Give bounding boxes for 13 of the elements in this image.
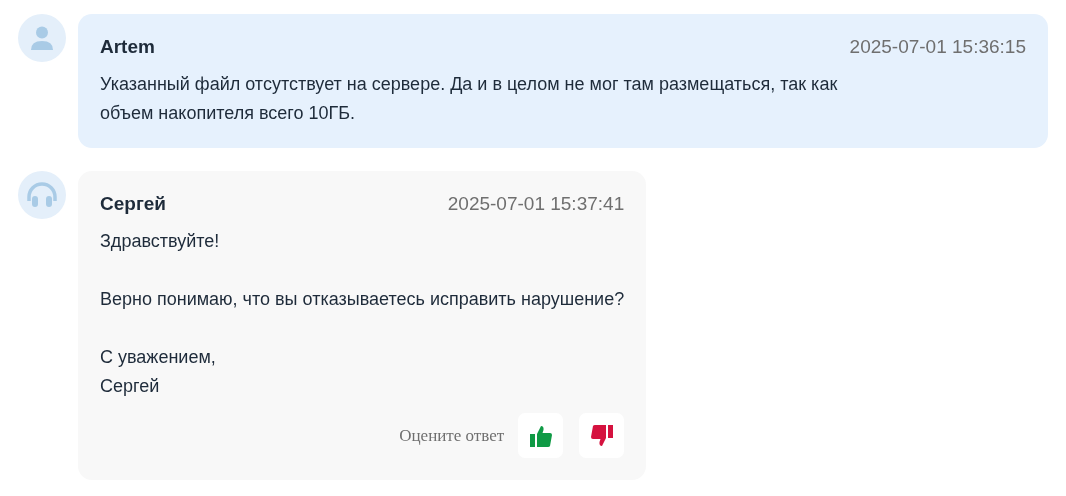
author-name: Сергей [100,193,167,215]
timestamp: 2025-07-01 15:37:41 [447,193,625,215]
headphones-icon [26,182,58,208]
dislike-button[interactable] [579,413,625,458]
rating-label: Оцените ответ [399,425,505,446]
person-icon [31,26,53,50]
author-name: Artem [100,36,155,58]
timestamp: 2025-07-01 15:36:15 [849,36,1026,58]
thumbs-up-icon [529,424,552,447]
message-text: Указанный файл отсутствует на сервере. Да и в целом не мог там размещаться, так как объем накопителя всего 10ГБ. [100,73,839,125]
like-button[interactable] [518,413,564,458]
message-text: Здравствуйте! Верно понимаю, что вы отказываетесь исправить нарушение? С уважением, Сергей [100,230,625,398]
thumbs-down-icon [590,424,613,447]
